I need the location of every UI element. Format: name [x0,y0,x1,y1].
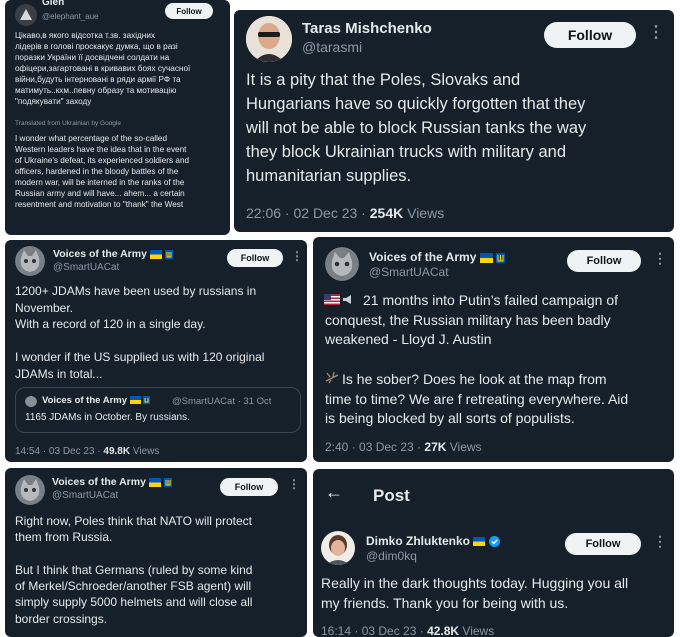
author-name-text: Voices of the Army [53,248,147,260]
views-count: 254K [369,205,404,221]
views-count: 42.8K [427,624,460,637]
follow-button[interactable]: Follow [220,478,278,496]
tweet-card-austin: Voices of the Army @SmartUACat Follow ⋮ … [313,237,674,462]
avatar[interactable] [246,16,292,62]
author-name[interactable]: Voices of the Army [52,476,172,488]
verified-badge-icon [488,536,500,548]
tweet-meta: 2:40 · 03 Dec 23 · 27K Views [325,440,482,454]
author-handle[interactable]: @SmartUACat [53,262,119,273]
tweet-card-dimko: ← Post Dimko Zhluktenko @dim0kq Follow ⋮… [313,469,674,637]
tweet-text: It is a pity that the Poles, Slovaks and… [246,71,587,185]
ukraine-trident-icon [496,252,506,263]
quoted-meta: @SmartUACat · 31 Oct [172,396,272,407]
tweet-card-ukrainian: Gleh @elephant_aue Follow Цікаво,в якого… [5,0,230,235]
author-handle[interactable]: @dim0kq [366,549,417,563]
tweet-text-translated: I wonder what percentage of the so-calle… [15,134,190,209]
ukraine-flag-icon [479,252,493,263]
views-label: Views [403,205,445,221]
quoted-author-name: Voices of the Army [42,395,127,406]
more-options-icon[interactable]: ⋮ [653,250,667,267]
tweet-card-taras: Taras Mishchenko @tarasmi Follow ⋮ It is… [234,10,674,232]
follow-button[interactable]: Follow [565,533,641,555]
timestamp[interactable]: 16:14 · 03 Dec 23 · [321,624,427,637]
page-header-title: Post [373,486,410,505]
tweet-text-comment: Is he sober? Does he look at the map fro… [325,371,629,426]
author-name-text: Dimko Zhluktenko [366,534,471,548]
author-name-text: Voices of the Army [52,476,146,488]
quoted-tweet[interactable]: Voices of the Army @SmartUACat · 31 Oct … [15,387,301,433]
tweet-meta: 14:54 · 03 Dec 23 · 49.8K Views [15,446,159,457]
avatar[interactable] [15,246,45,276]
views-count: 49.8K [103,446,131,457]
author-name[interactable]: Voices of the Army [369,250,506,264]
tweet-text-quote: 21 months into Putin’s failed campaign o… [325,292,619,347]
back-arrow-icon[interactable]: ← [325,482,343,503]
author-name-text: Voices of the Army [369,250,477,264]
avatar[interactable] [321,531,355,565]
more-options-icon[interactable]: ⋮ [653,533,667,550]
views-count: 27K [424,440,447,454]
avatar[interactable] [15,475,45,505]
quoted-text: 1165 JDAMs in October. By russians. [25,412,190,423]
views-label: Views [459,624,495,637]
author-name[interactable]: Voices of the Army [53,248,173,260]
follow-button[interactable]: Follow [227,249,283,267]
views-label: Views [130,446,160,457]
tweet-text: 1200+ JDAMs have been used by russians i… [15,284,265,381]
author-name[interactable]: Dimko Zhluktenko [366,534,500,548]
ukraine-trident-icon [163,477,172,487]
follow-button[interactable]: Follow [567,250,641,272]
follow-button[interactable]: Follow [165,3,213,19]
ukraine-flag-icon [149,249,162,259]
timestamp[interactable]: 14:54 · 03 Dec 23 · [15,446,103,457]
tweet-card-nato: Voices of the Army @SmartUACat Follow ⋮ … [5,468,307,637]
author-handle[interactable]: @SmartUACat [369,265,449,279]
ukraine-trident-icon [143,396,151,405]
author-handle[interactable]: @elephant_aue [42,12,99,21]
ukraine-flag-icon [129,396,141,405]
quoted-avatar [25,395,37,407]
tweet-card-jdams: Voices of the Army @SmartUACat Follow ⋮ … [5,240,307,462]
ukraine-trident-icon [164,249,173,259]
tweet-text: Right now, Poles think that NATO will pr… [15,514,253,626]
ukraine-flag-icon [148,477,161,487]
author-name[interactable]: Taras Mishchenko [302,20,432,37]
timestamp[interactable]: 2:40 · 03 Dec 23 · [325,440,424,454]
tweet-meta: 16:14 · 03 Dec 23 · 42.8K Views [321,624,494,637]
translation-label[interactable]: Translated from Ukrainian by Google [15,120,121,127]
more-options-icon[interactable]: ⋮ [648,22,664,42]
tweet-text-original: Цікаво,в якого відсотка т.зв. західних л… [15,31,191,106]
timestamp[interactable]: 22:06 · 02 Dec 23 · [246,205,370,221]
tweet-meta: 22:06 · 02 Dec 23 · 254K Views [246,205,444,221]
quoted-author: Voices of the Army [42,395,151,406]
avatar[interactable] [15,4,37,26]
views-label: Views [446,440,482,454]
ukraine-flag-icon [473,537,486,547]
tweet-text: Really in the dark thoughts today. Huggi… [321,575,629,611]
more-options-icon[interactable]: ⋮ [288,477,300,491]
author-name[interactable]: Gleh [42,0,64,8]
author-handle[interactable]: @tarasmi [302,39,362,55]
avatar[interactable] [325,247,359,281]
more-options-icon[interactable]: ⋮ [291,249,303,263]
follow-button[interactable]: Follow [544,22,636,48]
author-handle[interactable]: @SmartUACat [52,490,118,501]
